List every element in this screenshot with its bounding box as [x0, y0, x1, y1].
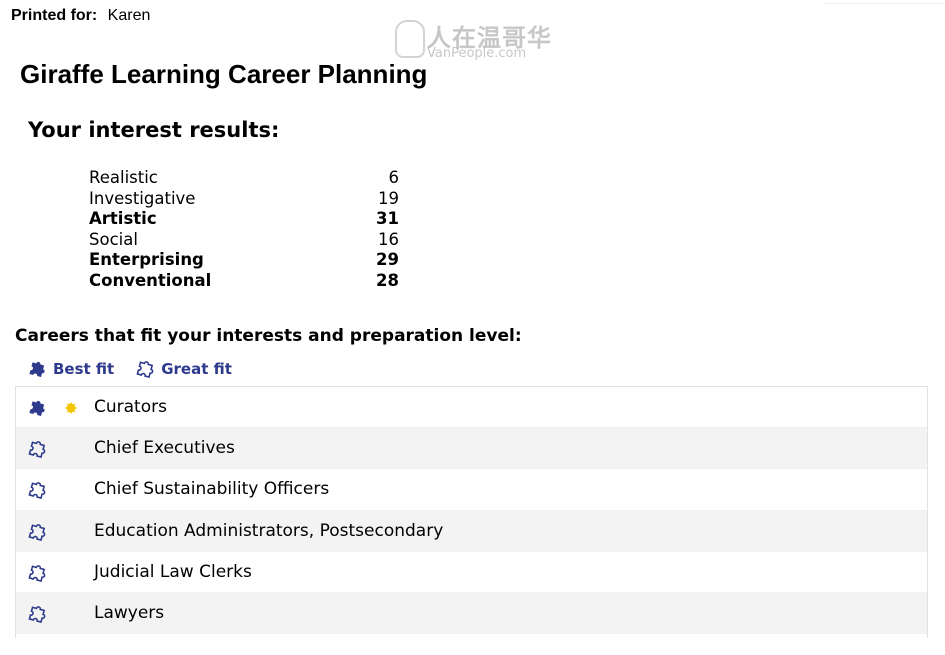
legend-best-fit-label: Best fit — [53, 360, 115, 378]
printed-for-name: Karen — [107, 7, 151, 24]
score-name: Investigative — [89, 188, 196, 208]
score-row: Conventional 28 — [89, 271, 399, 292]
score-row: Investigative 19 — [89, 189, 399, 210]
score-value: 16 — [378, 229, 399, 249]
page-title: Giraffe Learning Career Planning — [20, 59, 428, 89]
score-name: Enterprising — [89, 250, 204, 270]
interest-results-heading: Your interest results: — [28, 118, 280, 142]
career-row[interactable]: Chief Sustainability Officers — [16, 469, 927, 511]
score-value: 31 — [376, 209, 399, 229]
career-name[interactable]: Chief Executives — [94, 428, 235, 469]
score-row: Social 16 — [89, 230, 399, 251]
score-value: 19 — [378, 188, 399, 208]
score-row: Enterprising 29 — [89, 250, 399, 271]
puzzle-outline-icon — [28, 441, 46, 459]
watermark-logo-icon — [395, 20, 425, 58]
watermark-site: VanPeople.com — [427, 46, 527, 61]
careers-heading: Careers that fit your interests and prep… — [15, 326, 522, 346]
puzzle-outline-icon — [136, 361, 154, 379]
career-row[interactable]: Curators — [16, 387, 927, 429]
career-list: Curators Chief Executives Chief Sustainabi… — [15, 386, 928, 638]
puzzle-outline-icon — [28, 523, 46, 541]
interest-scores: Realistic 6 Investigative 19 Artistic 31 Socia… — [89, 168, 399, 292]
puzzle-outline-icon — [28, 606, 46, 623]
fit-legend: Best fit Great fit — [28, 359, 254, 379]
score-row: Artistic 31 — [89, 209, 399, 230]
career-name[interactable]: Lawyers — [94, 593, 164, 634]
career-row[interactable]: Lawyers — [16, 592, 927, 635]
career-row[interactable]: Judicial Law Clerks — [16, 552, 927, 593]
legend-great-fit-label: Great fit — [161, 360, 232, 378]
score-name: Conventional — [89, 270, 212, 290]
divider — [825, 3, 945, 4]
score-value: 6 — [388, 168, 400, 187]
career-name[interactable]: Judicial Law Clerks — [94, 552, 252, 593]
score-value: 28 — [376, 270, 399, 290]
career-row[interactable]: Education Administrators, Postsecondary — [16, 510, 927, 552]
watermark: 人在温哥华 VanPeople.com — [395, 18, 555, 64]
printed-for: Printed for: Karen — [11, 7, 150, 25]
score-name: Realistic — [89, 168, 158, 187]
career-name[interactable]: Chief Sustainability Officers — [94, 469, 329, 510]
career-name[interactable]: Education Administrators, Postsecondary — [94, 511, 443, 552]
legend-best-fit: Best fit — [28, 359, 114, 379]
legend-great-fit: Great fit — [136, 359, 232, 379]
puzzle-solid-icon — [29, 400, 45, 417]
score-name: Social — [89, 229, 138, 249]
puzzle-solid-icon — [29, 361, 45, 378]
career-row[interactable]: Chief Executives — [16, 428, 927, 470]
printed-for-label: Printed for: — [11, 7, 98, 24]
career-name[interactable]: Curators — [94, 387, 167, 428]
score-name: Artistic — [89, 209, 157, 229]
puzzle-outline-icon — [28, 482, 46, 500]
score-value: 29 — [376, 250, 399, 270]
puzzle-outline-icon — [28, 564, 46, 582]
score-row: Realistic 6 — [89, 168, 399, 189]
star-burst-icon — [65, 402, 77, 414]
